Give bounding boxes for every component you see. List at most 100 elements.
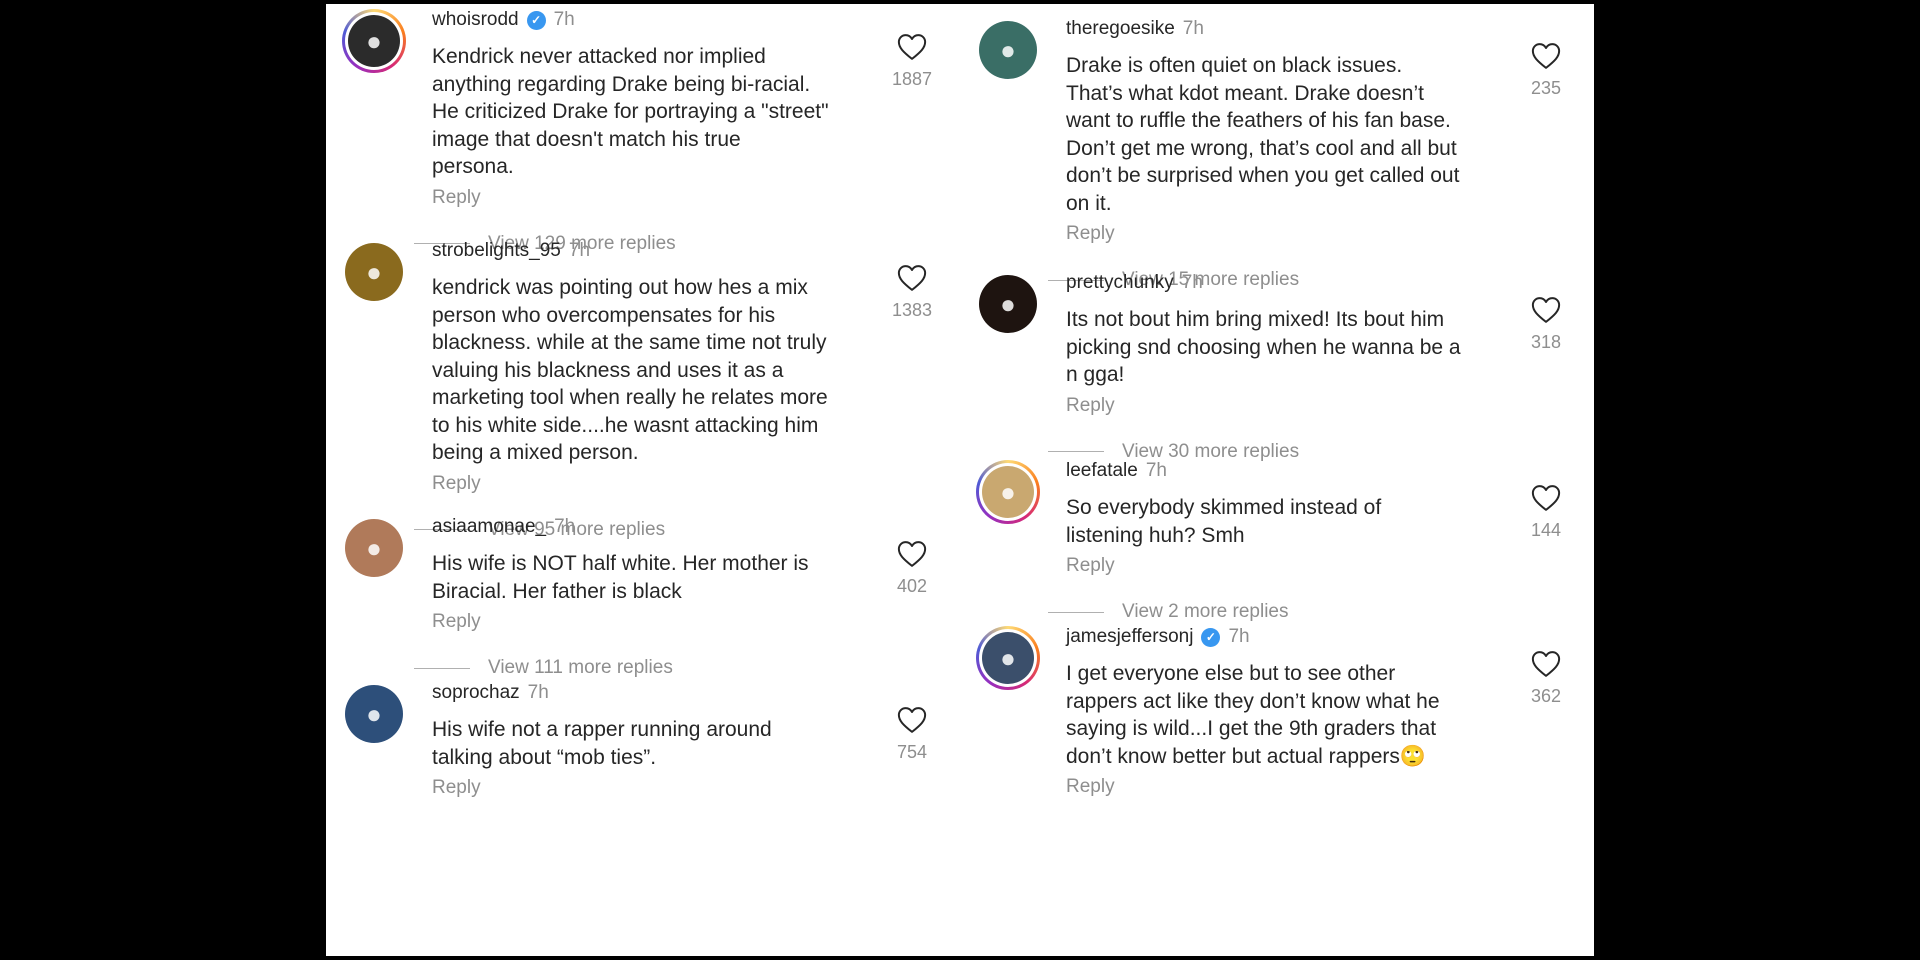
view-replies-button[interactable]: View 2 more replies <box>1048 601 1289 623</box>
avatar-image: ● <box>979 275 1037 333</box>
like-count: 144 <box>1530 520 1562 540</box>
username[interactable]: soprochaz <box>432 682 520 704</box>
comment-text-line: His wife is NOT half white. Her mother i… <box>432 552 809 575</box>
comment-text: I get everyone else but to see other rapp… <box>1066 660 1506 770</box>
avatar-image: ● <box>348 15 400 67</box>
comment-text-line: on it. <box>1066 191 1112 215</box>
reply-button[interactable]: Reply <box>432 473 481 495</box>
comment-text-line: Its not bout him bring mixed! Its bout h… <box>1066 308 1445 331</box>
comment-text-line: listening huh? Smh <box>1066 523 1245 547</box>
heart-outline-icon[interactable] <box>897 264 927 292</box>
username[interactable]: jamesjeffersonj <box>1066 626 1193 648</box>
reply-button[interactable]: Reply <box>432 187 481 209</box>
divider <box>414 667 470 669</box>
comment-text-line: rappers act like they don’t know what he <box>1066 689 1440 713</box>
comment-text-line: saying is wild...I get the 9th graders t… <box>1066 717 1437 740</box>
avatar-image: ● <box>982 632 1034 684</box>
username[interactable]: whoisrodd <box>432 9 519 31</box>
comment-text-line: being a mixed person. <box>432 441 639 464</box>
reply-button[interactable]: Reply <box>1066 223 1115 245</box>
comment-text: His wife not a rapper running around talk… <box>432 716 872 771</box>
comment-text-line: I get everyone else but to see other <box>1066 662 1396 685</box>
comment-text: kendrick was pointing out how hes a mix p… <box>432 274 872 467</box>
like-control: 318 <box>1506 296 1586 353</box>
avatar[interactable]: ● <box>342 9 406 73</box>
like-count: 318 <box>1530 332 1562 352</box>
view-replies-label: View 2 more replies <box>1122 601 1289 622</box>
comments-column-left: ● whoisrodd ✓ 7h Kendrick never attacked nor… <box>326 4 956 956</box>
timestamp: 7h <box>527 682 549 703</box>
comment-text-line: blackness. while at the same time not tr… <box>432 331 827 354</box>
verified-badge-icon: ✓ <box>1201 627 1221 647</box>
avatar[interactable]: ● <box>342 682 406 746</box>
reply-button[interactable]: Reply <box>1066 555 1115 577</box>
comments-column-right: ● theregoesike 7h Drake is often quiet on b… <box>960 4 1590 956</box>
heart-outline-icon[interactable] <box>1531 296 1561 324</box>
comment-text-line: He criticized Drake for portraying a "st… <box>432 100 829 123</box>
person-icon: ● <box>1000 34 1016 65</box>
reply-button[interactable]: Reply <box>432 777 481 799</box>
heart-outline-icon[interactable] <box>897 540 927 568</box>
comment-text-line: to his white side....he wasnt attacking … <box>432 413 819 437</box>
reply-button[interactable]: Reply <box>432 611 481 633</box>
heart-outline-icon[interactable] <box>1531 42 1561 70</box>
avatar-image: ● <box>979 21 1037 79</box>
comment-text-line: want to ruffle the feathers of his fan b… <box>1066 109 1451 132</box>
divider <box>1048 451 1104 452</box>
timestamp: 7h <box>1228 626 1250 647</box>
avatar[interactable]: ● <box>342 516 406 580</box>
username[interactable]: strobelights_95 <box>432 240 561 262</box>
timestamp: 7h <box>1145 460 1167 481</box>
comment-text-line: person who overcompensates for his <box>432 303 776 327</box>
avatar-image: ● <box>345 243 403 301</box>
username[interactable]: leefatale <box>1066 460 1138 482</box>
comment-header: strobelights_95 7h <box>432 240 590 262</box>
timestamp: 7h <box>553 9 575 30</box>
person-icon: ● <box>366 256 382 287</box>
verified-badge-icon: ✓ <box>526 10 546 30</box>
reply-button[interactable]: Reply <box>1066 776 1115 798</box>
like-control: 362 <box>1506 650 1586 707</box>
like-count: 402 <box>896 576 928 596</box>
like-count: 1383 <box>891 300 933 320</box>
like-control: 144 <box>1506 484 1586 541</box>
username[interactable]: asiaamonae_ <box>432 516 546 538</box>
avatar[interactable]: ● <box>976 460 1040 524</box>
comment-header: jamesjeffersonj ✓ 7h <box>1066 626 1250 648</box>
username[interactable]: theregoesike <box>1066 18 1175 40</box>
avatar[interactable]: ● <box>976 18 1040 82</box>
person-icon: ● <box>1000 476 1016 507</box>
comment-text: His wife is NOT half white. Her mother i… <box>432 550 872 605</box>
heart-outline-icon[interactable] <box>1531 650 1561 678</box>
comment-text-line: Biracial. Her father is black <box>432 579 682 603</box>
heart-outline-icon[interactable] <box>897 706 927 734</box>
avatar[interactable]: ● <box>976 626 1040 690</box>
comment-text-line: Don’t get me wrong, that’s cool and all … <box>1066 136 1457 160</box>
heart-outline-icon[interactable] <box>897 33 927 61</box>
heart-outline-icon[interactable] <box>1531 484 1561 512</box>
username[interactable]: prettychunky <box>1066 272 1174 294</box>
person-icon: ● <box>1000 288 1016 319</box>
reply-button[interactable]: Reply <box>1066 395 1115 417</box>
comment-header: whoisrodd ✓ 7h <box>432 9 575 31</box>
comment-header: prettychunky 7h <box>1066 272 1203 294</box>
timestamp: 7h <box>1182 18 1204 39</box>
comment-text-line: kendrick was pointing out how hes a mix <box>432 276 808 299</box>
person-icon: ● <box>1000 642 1016 673</box>
avatar-image: ● <box>982 466 1034 518</box>
like-control: 402 <box>872 540 952 597</box>
like-count: 754 <box>896 742 928 762</box>
comment-header: theregoesike 7h <box>1066 18 1204 40</box>
avatar[interactable]: ● <box>976 272 1040 336</box>
avatar[interactable]: ● <box>342 240 406 304</box>
comment-text-line: don’t know better but actual rappers🙄 <box>1066 744 1427 768</box>
person-icon: ● <box>366 532 382 563</box>
comment-text: Kendrick never attacked nor implied anyth… <box>432 43 872 181</box>
comment-header: leefatale 7h <box>1066 460 1167 482</box>
comment-text-line: anything regarding Drake being bi-racial… <box>432 72 811 96</box>
view-replies-button[interactable]: View 111 more replies <box>414 657 673 679</box>
comment-text-line: Kendrick never attacked nor implied <box>432 45 766 68</box>
person-icon: ● <box>366 698 382 729</box>
like-control: 235 <box>1506 42 1586 99</box>
comments-screenshot: ● whoisrodd ✓ 7h Kendrick never attacked nor… <box>326 4 1594 956</box>
